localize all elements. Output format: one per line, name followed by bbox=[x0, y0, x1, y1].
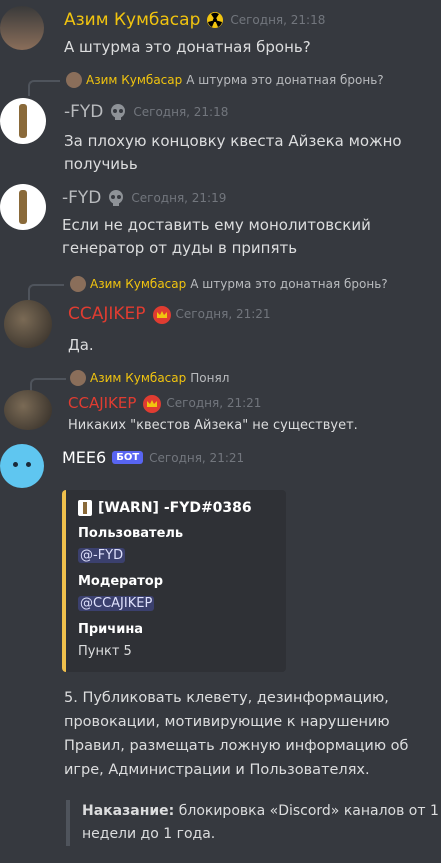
author-name[interactable]: Азим Кумбасар bbox=[64, 10, 200, 30]
reply-text: А штурма это донатная бронь? bbox=[190, 277, 388, 291]
skull-icon bbox=[109, 103, 127, 121]
avatar-ccajikep[interactable] bbox=[4, 300, 52, 348]
message-text: Да. bbox=[68, 336, 94, 354]
message-text: А штурма это донатная бронь? bbox=[64, 38, 311, 56]
punishment-quote: Наказание: блокировка «Discord» каналов … bbox=[66, 800, 441, 846]
reply-avatar bbox=[66, 72, 82, 88]
punishment-label: Наказание: bbox=[82, 803, 175, 819]
embed-field-value: Пункт 5 bbox=[78, 644, 132, 659]
reply-author: Азим Кумбасар bbox=[90, 371, 187, 385]
message-text: Если не доставить ему монолитовский гене… bbox=[62, 216, 371, 257]
moderator-mention[interactable]: @CCAJIKEP bbox=[78, 596, 155, 611]
reply-preview[interactable]: Азим Кумбасар А штурма это донатная брон… bbox=[70, 276, 388, 292]
timestamp: Сегодня, 21:18 bbox=[133, 105, 229, 119]
rule-text: 5. Публиковать клевету, дезинформацию, п… bbox=[64, 690, 409, 778]
reply-avatar bbox=[70, 370, 86, 386]
author-name[interactable]: -FYD bbox=[62, 188, 101, 208]
embed-field-label: Причина bbox=[78, 622, 144, 637]
avatar-ccajikep[interactable] bbox=[4, 390, 52, 430]
author-name[interactable]: CCAJIKEP bbox=[68, 304, 146, 324]
reply-author: Азим Кумбасар bbox=[86, 73, 183, 87]
warn-embed: [WARN] -FYD#0386 Пользователь @-FYD Моде… bbox=[62, 490, 286, 672]
radioactive-icon bbox=[206, 11, 224, 29]
avatar-azim[interactable] bbox=[0, 6, 44, 50]
avatar-mee6[interactable] bbox=[0, 444, 44, 488]
timestamp: Сегодня, 21:21 bbox=[149, 450, 245, 465]
reply-preview[interactable]: Азим Кумбасар А штурма это донатная брон… bbox=[66, 72, 384, 88]
author-name[interactable]: MEE6 bbox=[62, 448, 106, 467]
message-text: За плохую концовку квеста Айзека можно п… bbox=[64, 132, 402, 173]
embed-title: [WARN] -FYD#0386 bbox=[98, 500, 252, 516]
avatar-fyd[interactable] bbox=[0, 184, 46, 230]
user-mention[interactable]: @-FYD bbox=[78, 548, 126, 563]
crown-icon bbox=[152, 305, 171, 324]
timestamp: Сегодня, 21:18 bbox=[230, 13, 326, 27]
message-text: Никаких "квестов Айзека" не существует. bbox=[68, 418, 358, 433]
timestamp: Сегодня, 21:19 bbox=[131, 191, 227, 205]
crown-icon bbox=[142, 394, 162, 413]
reply-avatar bbox=[70, 276, 86, 292]
skull-icon bbox=[107, 189, 125, 207]
timestamp: Сегодня, 21:21 bbox=[166, 396, 262, 410]
reply-author: Азим Кумбасар bbox=[90, 277, 187, 291]
reply-text: А штурма это донатная бронь? bbox=[186, 73, 384, 87]
reply-line bbox=[28, 284, 64, 300]
reply-preview[interactable]: Азим Кумбасар Понял bbox=[70, 370, 229, 386]
reply-line bbox=[28, 80, 60, 96]
embed-field-label: Модератор bbox=[78, 574, 164, 589]
avatar-fyd[interactable] bbox=[0, 98, 46, 144]
embed-field-label: Пользователь bbox=[78, 526, 184, 541]
timestamp: Сегодня, 21:21 bbox=[175, 307, 271, 321]
bot-tag: БОТ bbox=[112, 451, 144, 464]
reply-text: Понял bbox=[190, 371, 230, 385]
author-name[interactable]: -FYD bbox=[64, 102, 103, 122]
embed-author-icon bbox=[78, 500, 92, 516]
author-name[interactable]: CCAJIKEP bbox=[68, 394, 136, 412]
